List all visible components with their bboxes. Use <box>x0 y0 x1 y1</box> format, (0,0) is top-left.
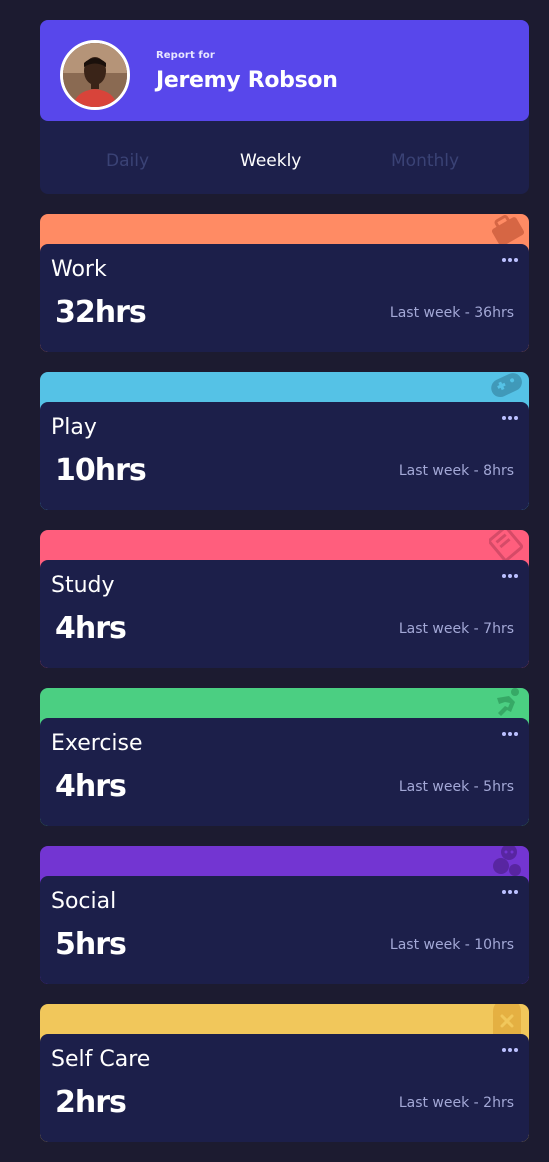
avatar <box>60 40 130 110</box>
ellipsis-icon[interactable] <box>501 414 519 422</box>
dashboard: Report for Jeremy Robson Daily Weekly Mo… <box>40 20 529 1142</box>
activity-card-social: Social 5hrs Last week - 10hrs <box>40 846 529 984</box>
ellipsis-icon[interactable] <box>501 888 519 896</box>
activity-title: Social <box>51 889 117 914</box>
activity-card-study: Study 4hrs Last week - 7hrs <box>40 530 529 668</box>
report-for-label: Report for <box>156 50 215 61</box>
previous-hours: Last week - 10hrs <box>389 937 514 953</box>
activity-card-work: Work 32hrs Last week - 36hrs <box>40 214 529 352</box>
current-hours: 10hrs <box>55 453 147 488</box>
profile-card: Report for Jeremy Robson Daily Weekly Mo… <box>40 20 529 194</box>
activity-card-body: Exercise 4hrs Last week - 5hrs <box>40 718 529 826</box>
activity-card-play: Play 10hrs Last week - 8hrs <box>40 372 529 510</box>
ellipsis-icon[interactable] <box>501 256 519 264</box>
previous-hours: Last week - 5hrs <box>398 779 514 795</box>
activity-card-body: Work 32hrs Last week - 36hrs <box>40 244 529 352</box>
previous-hours: Last week - 36hrs <box>389 305 514 321</box>
period-tabs: Daily Weekly Monthly <box>40 121 529 194</box>
ellipsis-icon[interactable] <box>501 730 519 738</box>
activity-title: Work <box>51 257 107 282</box>
current-hours: 32hrs <box>55 295 147 330</box>
current-hours: 4hrs <box>55 769 127 804</box>
tab-weekly[interactable]: Weekly <box>240 151 301 171</box>
activity-card-self-care: Self Care 2hrs Last week - 2hrs <box>40 1004 529 1142</box>
user-name: Jeremy Robson <box>156 68 338 93</box>
gamepad-icon <box>491 373 522 398</box>
current-hours: 2hrs <box>55 1085 127 1120</box>
running-icon <box>497 688 519 716</box>
activity-card-exercise: Exercise 4hrs Last week - 5hrs <box>40 688 529 826</box>
activity-title: Play <box>51 415 97 440</box>
briefcase-icon <box>491 214 525 246</box>
previous-hours: Last week - 7hrs <box>398 621 514 637</box>
activity-card-body: Play 10hrs Last week - 8hrs <box>40 402 529 510</box>
activity-card-body: Self Care 2hrs Last week - 2hrs <box>40 1034 529 1142</box>
tab-daily[interactable]: Daily <box>106 151 149 171</box>
book-icon <box>489 530 524 562</box>
current-hours: 5hrs <box>55 927 127 962</box>
activity-title: Self Care <box>51 1047 151 1072</box>
heart-icon <box>493 1004 521 1036</box>
activity-card-body: Study 4hrs Last week - 7hrs <box>40 560 529 668</box>
chat-icon <box>493 846 521 876</box>
previous-hours: Last week - 8hrs <box>398 463 514 479</box>
ellipsis-icon[interactable] <box>501 1046 519 1054</box>
activity-title: Exercise <box>51 731 143 756</box>
previous-hours: Last week - 2hrs <box>398 1095 514 1111</box>
ellipsis-icon[interactable] <box>501 572 519 580</box>
profile-header: Report for Jeremy Robson <box>40 20 529 121</box>
activity-card-body: Social 5hrs Last week - 10hrs <box>40 876 529 984</box>
current-hours: 4hrs <box>55 611 127 646</box>
activity-title: Study <box>51 573 115 598</box>
tab-monthly[interactable]: Monthly <box>391 151 459 171</box>
